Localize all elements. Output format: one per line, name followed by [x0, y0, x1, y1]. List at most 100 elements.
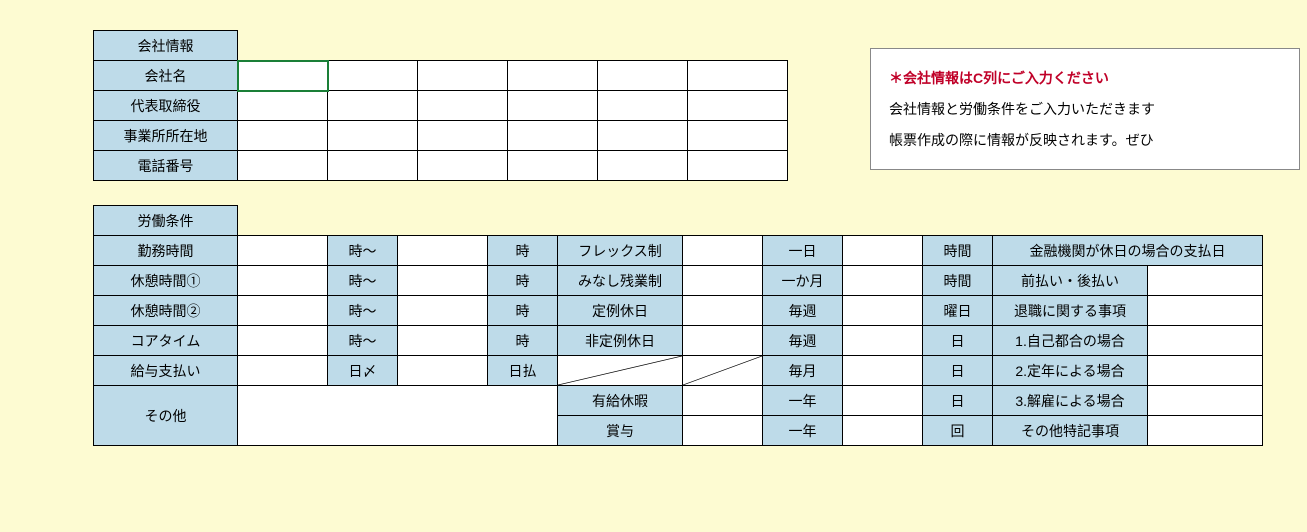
input-core-start[interactable] [238, 326, 328, 356]
input-year1[interactable] [843, 386, 923, 416]
label-hiteirei: 非定例休日 [558, 326, 683, 356]
cell[interactable] [508, 151, 598, 181]
input-break1-start[interactable] [238, 266, 328, 296]
company-info-table: 会社情報 会社名 代表取締役 事業所所在地 電話番号 [93, 30, 788, 181]
input-year2[interactable] [843, 416, 923, 446]
cell[interactable] [508, 91, 598, 121]
cell[interactable] [598, 91, 688, 121]
label-monthly: 毎月 [763, 356, 843, 386]
label-jikan: 時間 [923, 236, 993, 266]
minashi-cell[interactable] [683, 266, 763, 296]
input-tel[interactable] [238, 151, 328, 181]
flex-cell[interactable] [683, 236, 763, 266]
input-pay-1[interactable] [238, 356, 328, 386]
input-break1-end[interactable] [398, 266, 488, 296]
label-day: 一日 [763, 236, 843, 266]
cell[interactable] [328, 91, 418, 121]
input-core-end[interactable] [398, 326, 488, 356]
label-year: 一年 [763, 416, 843, 446]
input-other[interactable] [238, 386, 558, 446]
label-jikara: 時～ [328, 266, 398, 296]
input-tokki[interactable] [1148, 416, 1263, 446]
cell[interactable] [508, 61, 598, 91]
label-year: 一年 [763, 386, 843, 416]
field-ceo: 代表取締役 [94, 91, 238, 121]
cell[interactable] [598, 61, 688, 91]
cell[interactable] [688, 151, 788, 181]
cell[interactable] [688, 91, 788, 121]
note-line-2: 会社情報と労働条件をご入力いただきます [889, 101, 1155, 117]
input-hours-end[interactable] [398, 236, 488, 266]
input-address[interactable] [238, 121, 328, 151]
label-nichishime: 日〆 [328, 356, 398, 386]
input-day[interactable] [843, 236, 923, 266]
teirei-cell[interactable] [683, 296, 763, 326]
input-monthly[interactable] [843, 356, 923, 386]
label-ji: 時 [488, 236, 558, 266]
input-prepost[interactable] [1148, 266, 1263, 296]
cell[interactable] [508, 121, 598, 151]
diagonal-cell [558, 356, 683, 386]
shouyo-cell[interactable] [683, 416, 763, 446]
label-flex: フレックス制 [558, 236, 683, 266]
label-pay: 給与支払い [94, 356, 238, 386]
input-teinen[interactable] [1148, 356, 1263, 386]
label-break1: 休憩時間① [94, 266, 238, 296]
label-kai: 回 [923, 416, 993, 446]
label-jikara: 時～ [328, 236, 398, 266]
cell[interactable] [418, 151, 508, 181]
input-retire[interactable] [1148, 296, 1263, 326]
cell[interactable] [688, 121, 788, 151]
field-company-name: 会社名 [94, 61, 238, 91]
label-ji: 時 [488, 296, 558, 326]
label-jikan: 時間 [923, 266, 993, 296]
yuukyuu-cell[interactable] [683, 386, 763, 416]
hiteirei-cell[interactable] [683, 326, 763, 356]
cell[interactable] [688, 61, 788, 91]
label-teinen: 2.定年による場合 [993, 356, 1148, 386]
cell[interactable] [598, 121, 688, 151]
input-break2-start[interactable] [238, 296, 328, 326]
input-hours-start[interactable] [238, 236, 328, 266]
label-shouyo: 賞与 [558, 416, 683, 446]
cell[interactable] [598, 151, 688, 181]
note-line-3: 帳票作成の際に情報が反映されます。ぜひ [889, 132, 1154, 148]
label-weekly: 毎週 [763, 326, 843, 356]
input-jiko[interactable] [1148, 326, 1263, 356]
input-pay-2[interactable] [398, 356, 488, 386]
company-header: 会社情報 [94, 31, 238, 61]
input-month[interactable] [843, 266, 923, 296]
note-line-1: ＊会社情報はC列にご入力ください [889, 70, 1109, 86]
label-nichi: 日 [923, 326, 993, 356]
label-jikara: 時～ [328, 296, 398, 326]
input-kaiko[interactable] [1148, 386, 1263, 416]
field-address: 事業所所在地 [94, 121, 238, 151]
cell[interactable] [328, 151, 418, 181]
label-month: 一か月 [763, 266, 843, 296]
input-company-name[interactable] [238, 61, 328, 91]
label-yuukyuu: 有給休暇 [558, 386, 683, 416]
cell[interactable] [328, 61, 418, 91]
cell[interactable] [418, 61, 508, 91]
label-ji: 時 [488, 266, 558, 296]
cell[interactable] [418, 121, 508, 151]
input-weekly2[interactable] [843, 326, 923, 356]
cell[interactable] [418, 91, 508, 121]
work-header: 労働条件 [94, 206, 238, 236]
label-weekly: 毎週 [763, 296, 843, 326]
label-other: その他 [94, 386, 238, 446]
field-tel: 電話番号 [94, 151, 238, 181]
label-youbi: 曜日 [923, 296, 993, 326]
input-ceo[interactable] [238, 91, 328, 121]
label-jikara: 時～ [328, 326, 398, 356]
label-bank-holiday: 金融機関が休日の場合の支払日 [993, 236, 1263, 266]
input-break2-end[interactable] [398, 296, 488, 326]
label-hours: 勤務時間 [94, 236, 238, 266]
label-minashi: みなし残業制 [558, 266, 683, 296]
label-jiko: 1.自己都合の場合 [993, 326, 1148, 356]
cell[interactable] [328, 121, 418, 151]
diagonal-cell [683, 356, 763, 386]
label-core: コアタイム [94, 326, 238, 356]
label-tokki: その他特記事項 [993, 416, 1148, 446]
input-weekly1[interactable] [843, 296, 923, 326]
